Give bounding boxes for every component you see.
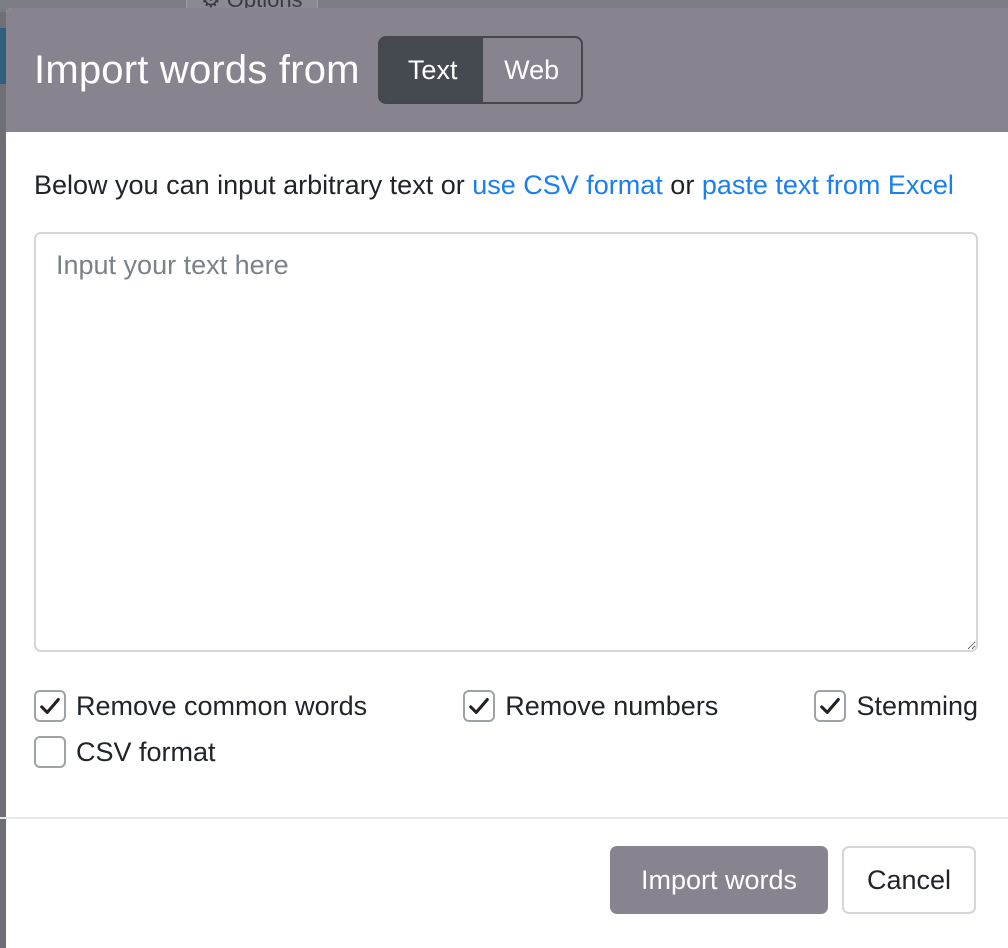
import-words-button[interactable]: Import words <box>610 846 828 914</box>
csv-format-option[interactable]: CSV format <box>34 736 216 768</box>
remove-numbers-checkbox[interactable] <box>463 690 496 722</box>
checkmark-icon <box>820 698 841 714</box>
remove-common-words-option[interactable]: Remove common words <box>34 690 367 722</box>
text-input-wrapper <box>34 232 986 657</box>
cancel-button[interactable]: Cancel <box>842 846 976 914</box>
tab-text[interactable]: Text <box>382 41 483 99</box>
remove-numbers-label: Remove numbers <box>505 690 719 721</box>
tab-web[interactable]: Web <box>482 38 581 102</box>
csv-format-label: CSV format <box>76 736 216 767</box>
stemming-checkbox[interactable] <box>814 690 847 722</box>
remove-common-words-label: Remove common words <box>76 690 368 721</box>
intro-text-middle: or <box>662 170 702 200</box>
checkmark-icon <box>469 698 490 714</box>
text-input[interactable] <box>34 232 978 652</box>
remove-numbers-option[interactable]: Remove numbers <box>463 690 718 722</box>
footer-divider <box>0 817 1008 819</box>
options-row: Remove common words Remove numbers Stemm… <box>34 683 978 729</box>
stemming-label: Stemming <box>856 690 978 721</box>
modal-body: Below you can input arbitrary text or us… <box>6 132 1008 775</box>
import-options: Remove common words Remove numbers Stemm… <box>34 683 978 775</box>
checkmark-icon <box>40 698 60 714</box>
intro-text: Below you can input arbitrary text or us… <box>34 164 974 206</box>
intro-text-before: Below you can input arbitrary text or <box>34 170 473 200</box>
modal-header: Import words from Text Web <box>6 8 1008 132</box>
import-words-modal: Import words from Text Web Below you can… <box>6 8 1008 948</box>
stemming-option[interactable]: Stemming <box>814 690 978 722</box>
csv-format-link[interactable]: use CSV format <box>472 170 663 200</box>
modal-title: Import words from <box>34 47 360 92</box>
csv-format-checkbox[interactable] <box>34 736 66 768</box>
modal-footer: Import words Cancel <box>0 846 976 914</box>
source-toggle: Text Web <box>377 36 583 104</box>
remove-common-words-checkbox[interactable] <box>34 690 66 722</box>
paste-from-excel-link[interactable]: paste text from Excel <box>702 170 954 200</box>
options-row: CSV format <box>34 729 978 775</box>
